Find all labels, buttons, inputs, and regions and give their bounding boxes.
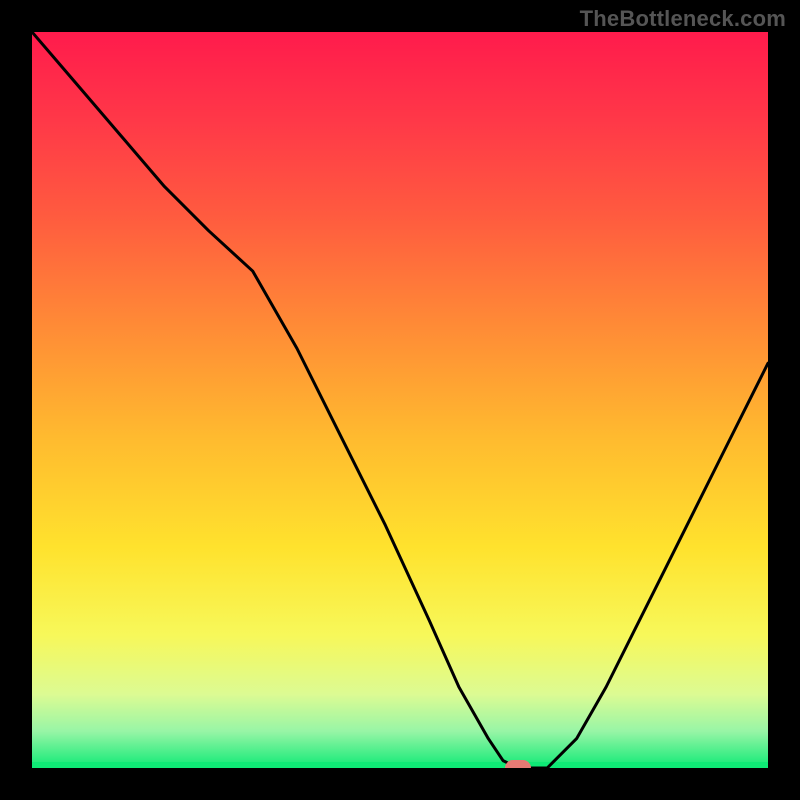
gradient-background (32, 32, 768, 768)
plot-area (32, 32, 768, 768)
watermark-text: TheBottleneck.com (580, 6, 786, 32)
chart-frame: TheBottleneck.com (0, 0, 800, 800)
plot-svg (32, 32, 768, 768)
x-axis-baseline (32, 762, 768, 768)
optimal-point-marker (505, 760, 531, 768)
